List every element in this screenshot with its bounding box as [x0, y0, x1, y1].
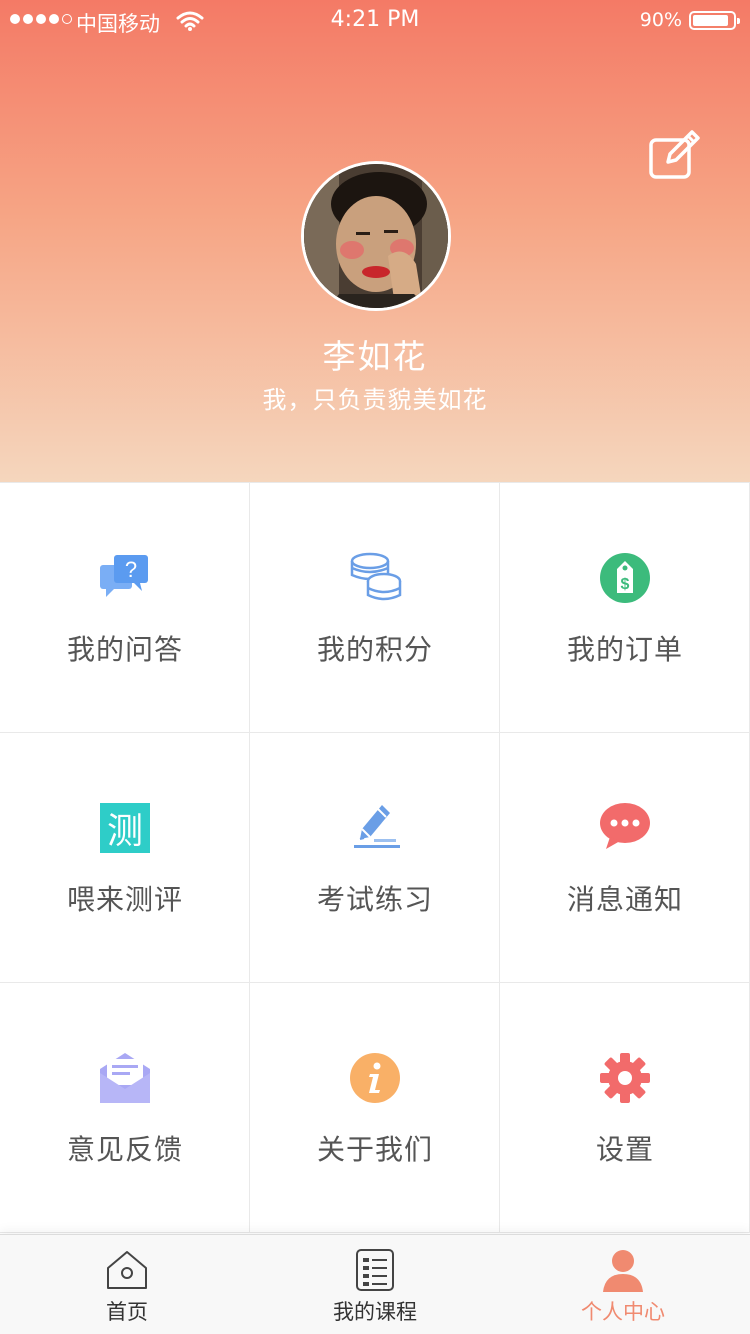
pen-icon: [354, 805, 400, 848]
clock: 4:21 PM: [330, 7, 420, 32]
menu-item-messages[interactable]: 消息通知: [500, 733, 750, 983]
menu-item-exam[interactable]: 考试练习: [250, 733, 500, 983]
menu-label: 关于我们: [316, 1133, 433, 1166]
course-list-icon: [356, 1249, 394, 1291]
menu-item-qa[interactable]: ? 我的问答: [0, 483, 250, 733]
menu-label: 我的订单: [566, 633, 683, 666]
menu-item-test[interactable]: 测 喂来测评: [0, 733, 250, 983]
menu-item-about[interactable]: 关于我们: [250, 983, 500, 1233]
test-icon-glyph: 测: [107, 811, 143, 852]
svg-text:$: $: [621, 576, 630, 593]
menu-item-feedback[interactable]: 意见反馈: [0, 983, 250, 1233]
gear-icon: [600, 1053, 650, 1103]
mail-icon: [100, 1053, 150, 1103]
profile-header: 中国移动 4:21 PM 90% 李如花 我，只负责貌美如花: [0, 0, 750, 482]
menu-label: 消息通知: [566, 883, 683, 916]
menu-grid: ? 我的问答 我的积分 $ 我的订单 测 喂来测评 考试练习 消息通知 意见反馈…: [0, 482, 750, 1233]
tab-label: 首页: [106, 1300, 148, 1324]
menu-label: 设置: [595, 1133, 654, 1166]
svg-text:?: ?: [125, 557, 137, 582]
status-bar: 中国移动 4:21 PM 90%: [0, 0, 750, 40]
info-icon: [350, 1053, 400, 1103]
avatar-photo: [304, 164, 448, 308]
menu-item-points[interactable]: 我的积分: [250, 483, 500, 733]
user-name: 李如花: [322, 337, 428, 376]
coins-icon: [350, 552, 402, 601]
tab-bar: 首页 我的课程 个人中心: [0, 1234, 750, 1334]
home-icon: [107, 1251, 147, 1289]
test-icon: 测: [100, 803, 150, 853]
price-tag-icon: $: [600, 553, 650, 603]
battery-percent: 90%: [639, 9, 682, 31]
tab-home[interactable]: 首页: [2, 1235, 252, 1334]
menu-label: 意见反馈: [66, 1133, 183, 1166]
tab-my-courses[interactable]: 我的课程: [250, 1235, 500, 1334]
menu-label: 我的问答: [66, 633, 183, 666]
edit-profile-icon[interactable]: [648, 128, 702, 180]
menu-item-orders[interactable]: $ 我的订单: [500, 483, 750, 733]
menu-item-settings[interactable]: 设置: [500, 983, 750, 1233]
tab-label: 个人中心: [581, 1300, 665, 1324]
tab-personal-center[interactable]: 个人中心: [498, 1235, 748, 1334]
tab-label: 我的课程: [333, 1300, 417, 1324]
menu-label: 考试练习: [316, 883, 433, 916]
user-icon: [603, 1250, 643, 1292]
menu-label: 喂来测评: [66, 883, 183, 916]
battery-icon: [689, 11, 740, 30]
message-icon: [600, 803, 650, 849]
avatar[interactable]: [301, 161, 451, 311]
qa-chat-icon: ?: [100, 555, 148, 597]
user-motto: 我，只负责貌美如花: [262, 386, 488, 414]
menu-label: 我的积分: [316, 633, 433, 666]
